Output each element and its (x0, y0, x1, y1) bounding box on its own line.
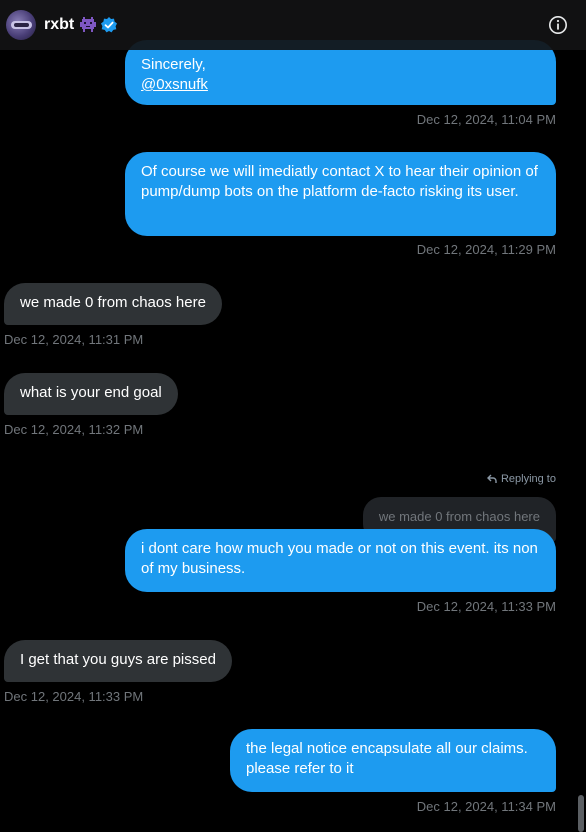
conversation-info-icon[interactable] (548, 15, 568, 35)
message-text: we made 0 from chaos here (20, 294, 206, 311)
message-text: i dont care how much you made or not on … (141, 540, 538, 577)
reply-arrow-icon (486, 474, 497, 483)
message-text: what is your end goal (20, 384, 162, 401)
message-bubble-outgoing[interactable]: Of course we will imediatly contact X to… (125, 152, 556, 236)
quoted-message-text: we made 0 from chaos here (378, 509, 540, 524)
verified-badge-icon (100, 16, 118, 34)
mention-link[interactable]: @0xsnufk (141, 76, 208, 93)
message-bubble-outgoing[interactable]: i dont care how much you made or not on … (125, 529, 556, 592)
alien-emoji-icon (79, 17, 97, 33)
user-handle[interactable]: rxbt (44, 16, 74, 34)
replying-to-text: Replying to (500, 473, 556, 485)
message-text: I get that you guys are pissed (20, 651, 216, 668)
message-bubble-incoming[interactable]: we made 0 from chaos here (4, 283, 222, 325)
message-bubble-outgoing[interactable]: the legal notice encapsulate all our cla… (230, 729, 556, 792)
message-timestamp: Dec 12, 2024, 11:04 PM (416, 112, 556, 127)
message-timestamp: Dec 12, 2024, 11:31 PM (4, 332, 144, 347)
message-timestamp: Dec 12, 2024, 11:33 PM (416, 599, 556, 614)
message-timestamp: Dec 12, 2024, 11:33 PM (4, 689, 144, 704)
conversation-header: rxbt (0, 0, 586, 50)
message-timestamp: Dec 12, 2024, 11:34 PM (416, 799, 556, 814)
message-timestamp: Dec 12, 2024, 11:32 PM (4, 422, 144, 437)
scrollbar-thumb[interactable] (578, 795, 584, 832)
message-text: the legal notice encapsulate all our cla… (246, 740, 528, 777)
dm-conversation: Sincerely, @0xsnufk Dec 12, 2024, 11:04 … (0, 0, 586, 832)
message-text: Sincerely, (141, 56, 206, 73)
message-text: Of course we will imediatly contact X to… (141, 163, 538, 200)
message-bubble-incoming[interactable]: I get that you guys are pissed (4, 640, 232, 682)
replying-to-label: Replying to (486, 473, 556, 485)
message-bubble-incoming[interactable]: what is your end goal (4, 373, 178, 415)
avatar[interactable] (6, 10, 36, 40)
message-timestamp: Dec 12, 2024, 11:29 PM (416, 242, 556, 257)
